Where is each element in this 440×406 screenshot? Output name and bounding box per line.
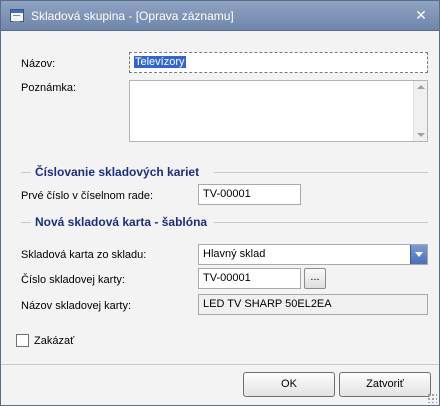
card-number-input[interactable]: TV-00001 — [198, 268, 301, 289]
browse-button[interactable]: ... — [304, 268, 326, 289]
close-window-button[interactable]: ✕ — [411, 7, 431, 24]
section-divider — [214, 222, 428, 223]
nazov-label: Názov: — [21, 58, 56, 70]
first-number-label: Prvé číslo v číselnom rade: — [21, 190, 154, 202]
nazov-input[interactable]: Televízory — [129, 52, 428, 73]
scroll-down-icon[interactable] — [417, 133, 425, 137]
card-name-field: LED TV SHARP 50EL2EA — [198, 294, 428, 315]
card-number-label: Číslo skladovej karty: — [21, 274, 125, 286]
section-title-numbering: Číslovanie skladových kariet — [35, 165, 200, 179]
section-divider — [21, 172, 31, 173]
card-name-label: Názov skladovej karty: — [21, 300, 132, 312]
poznamka-label: Poznámka: — [21, 82, 77, 94]
scroll-up-icon[interactable] — [417, 85, 425, 89]
poznamka-textarea[interactable] — [129, 80, 428, 142]
warehouse-selected-value: Hlavný sklad — [203, 248, 266, 260]
section-title-template: Nová skladová karta - šablóna — [35, 215, 208, 229]
section-divider — [214, 172, 428, 173]
title-bar[interactable]: Skladová skupina - [Oprava záznamu] ✕ — [1, 1, 439, 31]
warehouse-label: Skladová karta zo skladu: — [21, 249, 147, 261]
poznamka-scrollbar[interactable] — [413, 81, 427, 141]
resize-grip-icon[interactable] — [427, 393, 437, 403]
dialog-window: Skladová skupina - [Oprava záznamu] ✕ Ná… — [0, 0, 440, 406]
disabled-label[interactable]: Zakázať — [34, 335, 74, 347]
ok-button[interactable]: OK — [243, 372, 335, 397]
window-icon — [10, 9, 24, 22]
disabled-checkbox[interactable] — [16, 334, 29, 347]
first-number-input[interactable]: TV-00001 — [198, 184, 301, 205]
section-divider — [21, 222, 31, 223]
window-title: Skladová skupina - [Oprava záznamu] — [31, 9, 234, 23]
warehouse-select[interactable]: Hlavný sklad — [198, 244, 428, 265]
close-button[interactable]: Zatvoriť — [339, 372, 431, 397]
nazov-selected-text: Televízory — [134, 56, 186, 68]
chevron-down-icon[interactable] — [410, 245, 427, 264]
